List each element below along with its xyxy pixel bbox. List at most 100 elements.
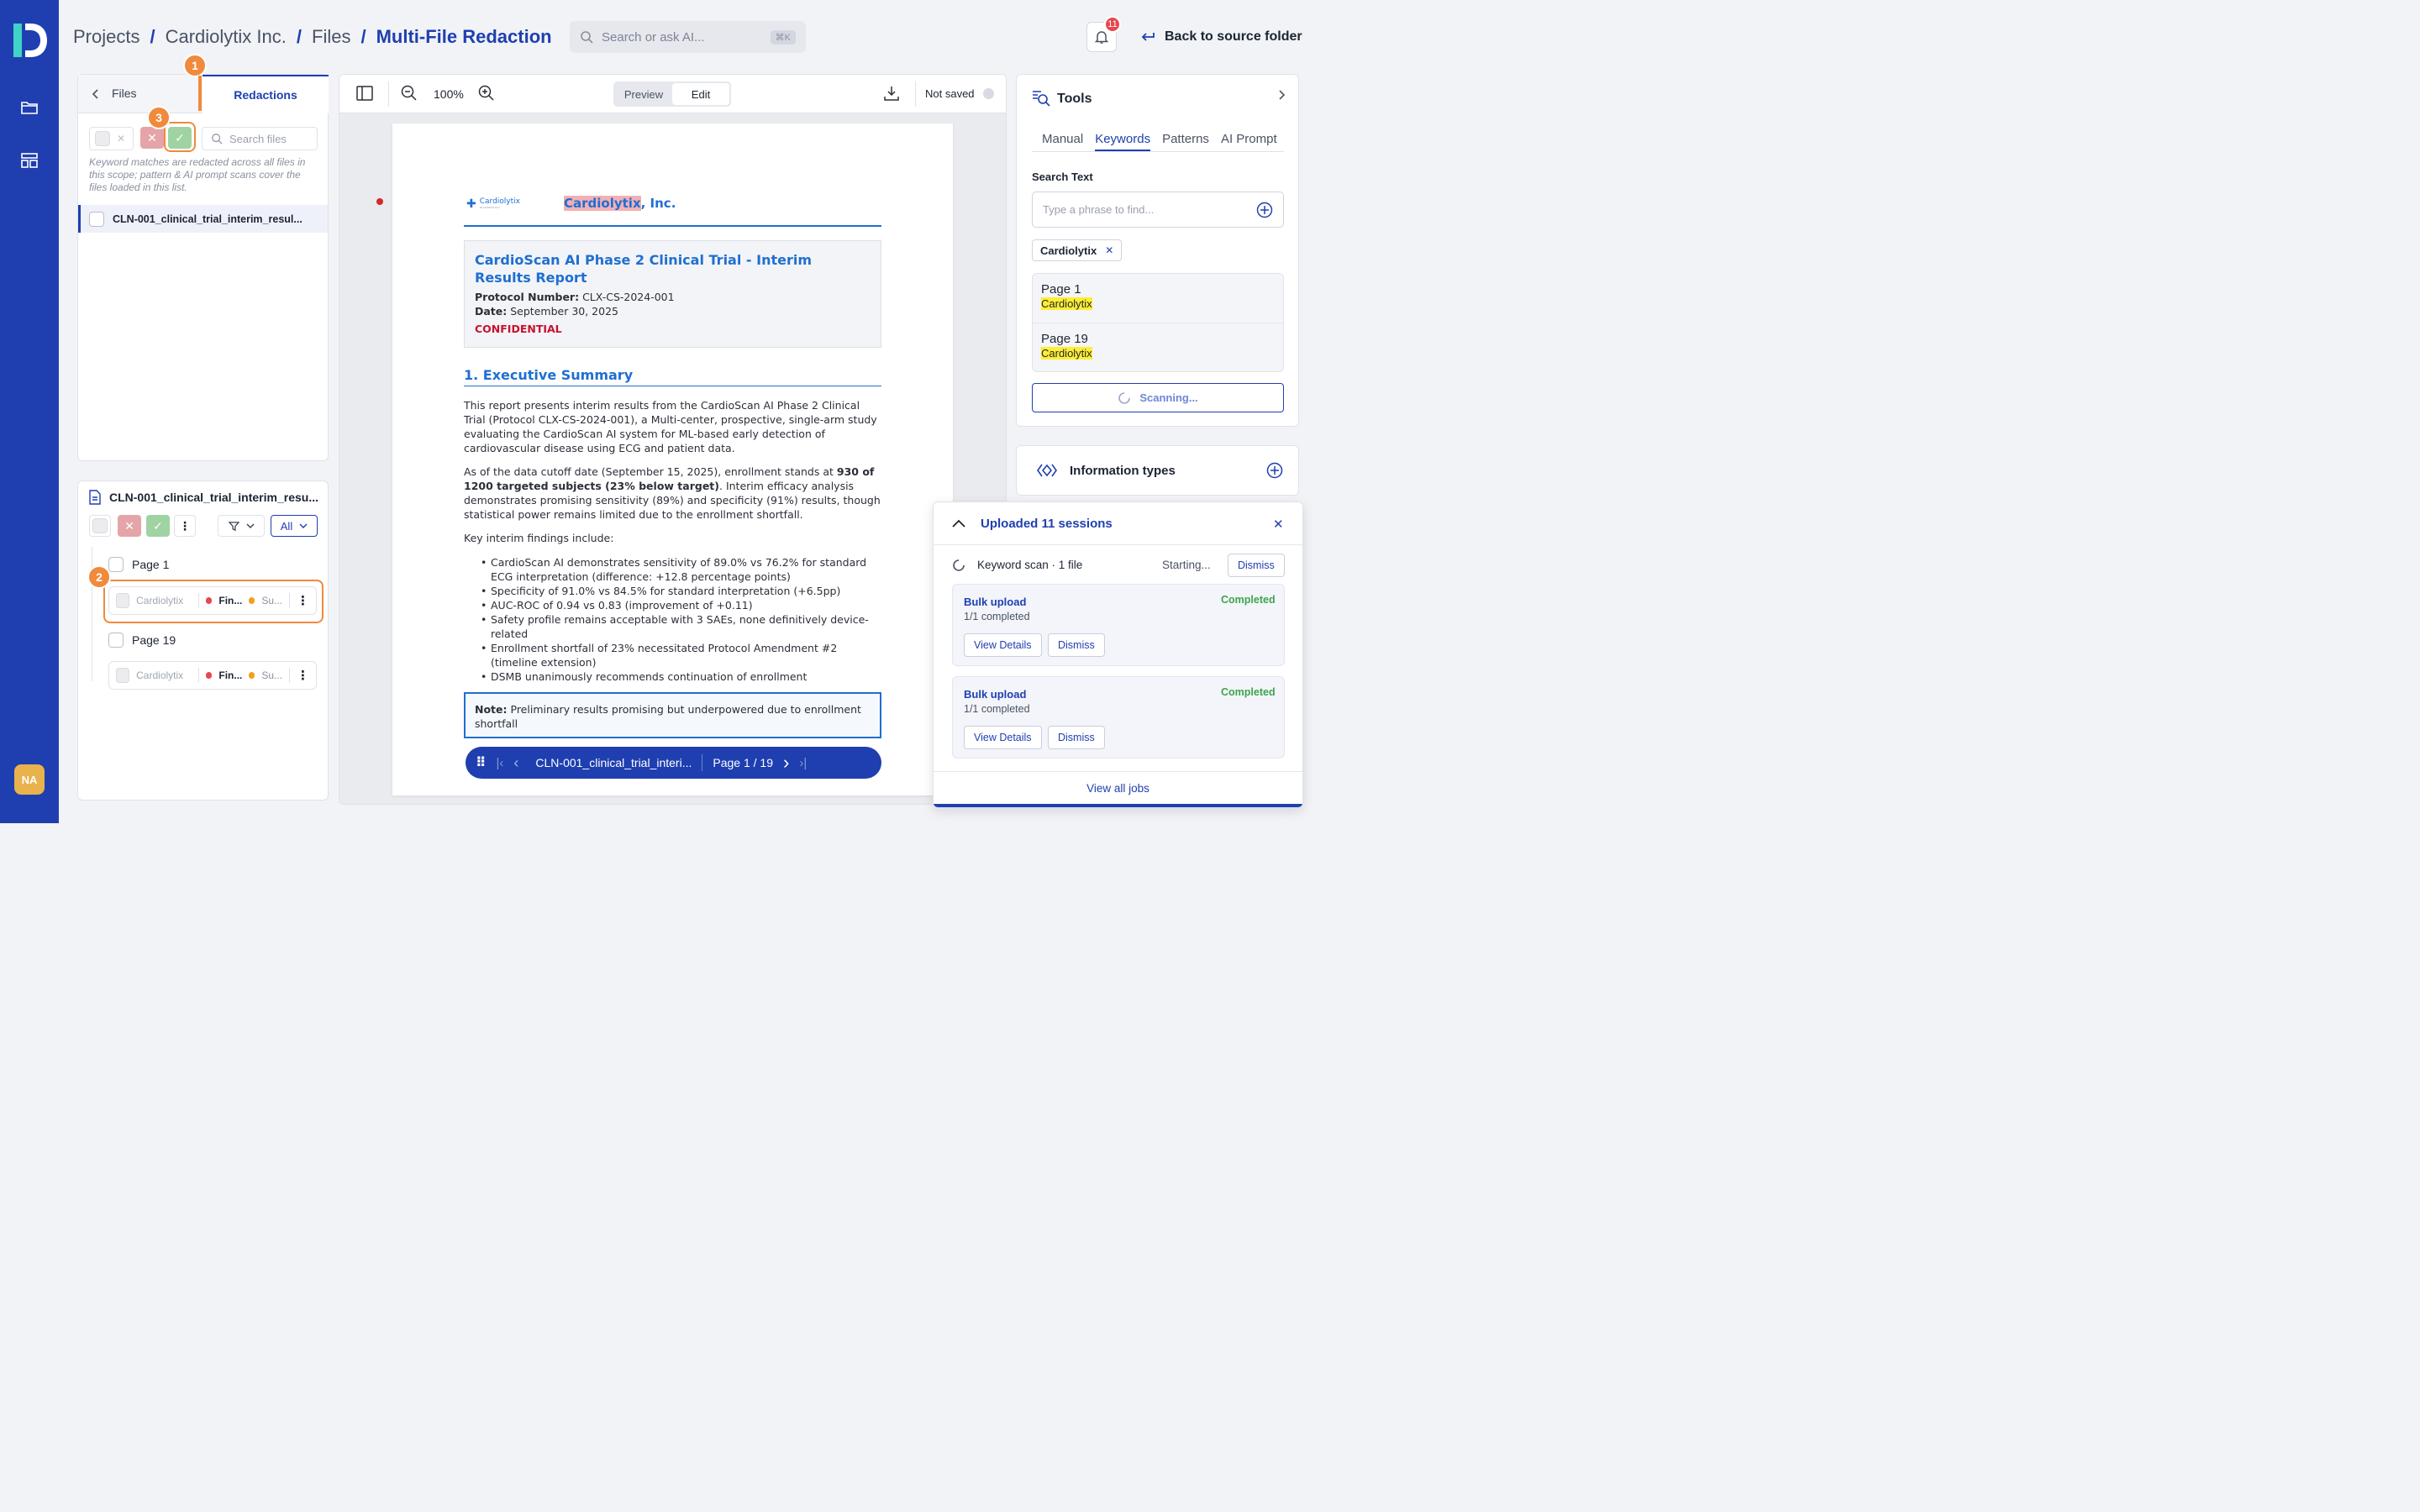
search-text-label: Search Text: [1032, 171, 1093, 183]
red-dot-icon: [206, 672, 213, 679]
page-title: Multi-File Redaction: [376, 26, 552, 47]
bulk-select[interactable]: ✕: [89, 127, 134, 150]
select-all-checkbox[interactable]: [95, 131, 110, 146]
dismiss-job-button[interactable]: Dismiss: [1048, 633, 1105, 657]
layout-icon[interactable]: [19, 150, 39, 171]
mode-toggle: Preview Edit: [613, 81, 731, 107]
checkbox[interactable]: [116, 593, 130, 608]
global-search[interactable]: Search or ask AI... ⌘K: [570, 21, 806, 53]
view-all-jobs-link[interactable]: View all jobs: [934, 782, 1302, 795]
document-page: ✚ Cardiolytix DIAGNOSTICS Cardiolytix, I…: [392, 123, 953, 795]
tab-manual[interactable]: Manual: [1032, 125, 1083, 151]
checkbox[interactable]: [116, 668, 130, 683]
finding-item: • AUC-ROC of 0.94 vs 0.83 (improvement of…: [481, 599, 753, 612]
breadcrumb-projects[interactable]: Projects: [73, 26, 139, 48]
tag-financial: Fin...: [218, 669, 243, 681]
save-status-dot: [983, 88, 994, 99]
dismiss-job-button[interactable]: Dismiss: [1048, 726, 1105, 749]
page-group-1[interactable]: Page 1: [108, 557, 169, 572]
paragraph-3: Key interim findings include:: [464, 532, 614, 544]
select-all-redactions[interactable]: [89, 515, 111, 537]
add-circle-icon[interactable]: [1266, 462, 1283, 479]
bell-icon: [1094, 31, 1109, 44]
tab-keywords[interactable]: Keywords: [1095, 125, 1151, 151]
zoom-level: 100%: [434, 87, 464, 101]
breadcrumb-separator: /: [150, 26, 155, 47]
more-options-icon[interactable]: ⋮: [297, 668, 309, 683]
download-icon[interactable]: [884, 86, 899, 101]
redaction-highlight[interactable]: Cardiolytix: [564, 196, 641, 211]
result-item[interactable]: Page 1 Cardiolytix: [1033, 274, 1283, 323]
add-circle-icon[interactable]: [1256, 202, 1273, 218]
folder-icon[interactable]: [19, 97, 39, 118]
file-list-item[interactable]: CLN-001_clinical_trial_interim_resul...: [78, 205, 328, 233]
redaction-item[interactable]: Cardiolytix Fin... Su... ⋮: [108, 586, 317, 615]
reject-redactions-button[interactable]: ✕: [118, 515, 141, 537]
close-icon[interactable]: ✕: [1273, 517, 1284, 532]
edit-mode-button[interactable]: Edit: [672, 83, 729, 105]
diamond-code-icon: [1037, 464, 1057, 477]
redaction-text: Cardiolytix: [136, 595, 184, 606]
tab-ai-prompt[interactable]: AI Prompt: [1221, 125, 1277, 151]
reject-all-button[interactable]: ✕: [140, 127, 164, 149]
orange-dot-icon: [249, 597, 255, 604]
clear-icon[interactable]: ✕: [117, 133, 125, 144]
dismiss-scan-button[interactable]: Dismiss: [1228, 554, 1285, 577]
prev-page-icon[interactable]: ‹: [513, 754, 518, 772]
keyword-input[interactable]: Type a phrase to find...: [1032, 192, 1284, 228]
chevron-up-icon[interactable]: [952, 519, 965, 528]
divider: [915, 81, 916, 107]
step-marker-1: 1: [183, 54, 207, 77]
check-icon: ✓: [153, 518, 163, 533]
tab-files[interactable]: Files: [112, 87, 137, 100]
filter-button[interactable]: [218, 515, 265, 537]
view-details-button[interactable]: View Details: [964, 726, 1042, 749]
tab-redactions[interactable]: Redactions: [203, 75, 329, 113]
redaction-item[interactable]: Cardiolytix Fin... Su... ⋮: [108, 661, 317, 690]
tools-tabs: Manual Keywords Patterns AI Prompt: [1032, 125, 1284, 152]
tab-patterns[interactable]: Patterns: [1162, 125, 1209, 151]
confidential-label: CONFIDENTIAL: [475, 323, 562, 335]
preview-mode-button[interactable]: Preview: [615, 83, 672, 105]
zoom-out-icon[interactable]: [401, 85, 418, 102]
notifications-button[interactable]: 11: [1086, 16, 1121, 52]
scope-select[interactable]: All: [271, 515, 318, 537]
next-page-icon[interactable]: ›: [783, 752, 789, 774]
chevron-left-icon[interactable]: [92, 88, 100, 100]
breadcrumb-files[interactable]: Files: [312, 26, 350, 48]
page-group-19[interactable]: Page 19: [108, 633, 176, 648]
file-search-input[interactable]: Search files: [202, 127, 318, 150]
first-page-icon[interactable]: |‹: [497, 756, 504, 770]
more-options-icon[interactable]: ⋮: [297, 593, 309, 608]
sidebar-toggle-icon[interactable]: [356, 86, 373, 101]
scanning-button[interactable]: Scanning...: [1032, 383, 1284, 412]
page-checkbox[interactable]: [108, 557, 124, 572]
checkbox[interactable]: [92, 518, 108, 533]
remove-chip-icon[interactable]: ✕: [1105, 244, 1113, 256]
accept-redactions-button[interactable]: ✓: [146, 515, 170, 537]
chip-label: Cardiolytix: [1040, 244, 1097, 257]
job-progress: 1/1 completed: [964, 703, 1030, 715]
drag-handle-icon[interactable]: ⠿: [476, 754, 487, 771]
logo-subtext: DIAGNOSTICS: [479, 206, 500, 209]
tag-financial: Fin...: [218, 595, 243, 606]
note-label: Note:: [475, 703, 508, 716]
accept-all-button[interactable]: ✓: [168, 127, 192, 149]
zoom-in-icon[interactable]: [478, 85, 495, 102]
result-item[interactable]: Page 19 Cardiolytix: [1033, 323, 1283, 371]
chevron-right-icon[interactable]: [1277, 89, 1286, 101]
user-avatar[interactable]: NA: [14, 764, 45, 795]
back-to-source-button[interactable]: Back to source folder: [1139, 27, 1302, 47]
page-checkbox[interactable]: [108, 633, 124, 648]
last-page-icon[interactable]: ›|: [799, 756, 807, 770]
breadcrumb-project[interactable]: Cardiolytix Inc.: [166, 26, 287, 48]
redaction-text: Cardiolytix: [136, 669, 184, 681]
file-checkbox[interactable]: [89, 211, 104, 227]
p2-text: As of the data cutoff date (September 15…: [464, 465, 837, 478]
keyword-chip[interactable]: Cardiolytix ✕: [1032, 239, 1123, 261]
more-options-icon[interactable]: ⋮: [174, 515, 196, 537]
view-details-button[interactable]: View Details: [964, 633, 1042, 657]
finding-item: • CardioScan AI demonstrates sensitivity …: [481, 556, 867, 583]
app-logo[interactable]: [12, 20, 47, 60]
search-shortcut: ⌘K: [770, 29, 796, 45]
